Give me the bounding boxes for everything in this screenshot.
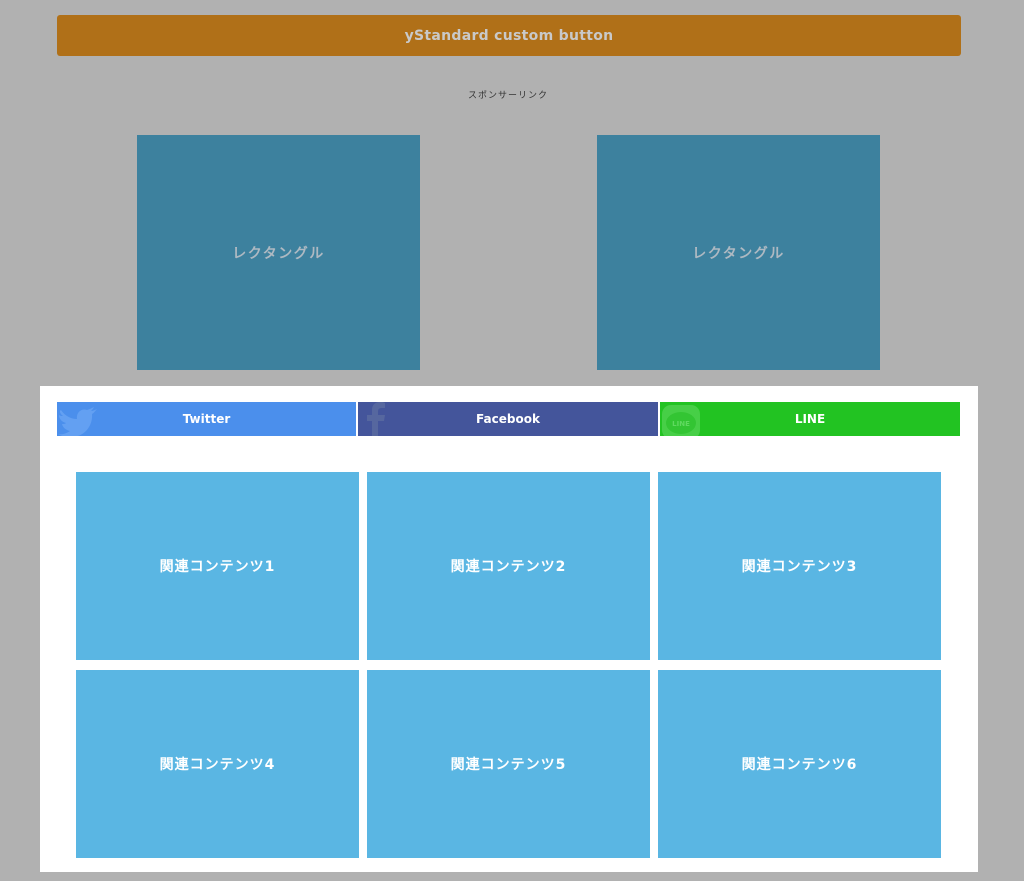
ad-rectangle-left[interactable]: レクタングル [137,135,420,370]
related-content-label: 関連コンテンツ1 [159,559,276,575]
facebook-f-icon [367,402,385,436]
related-content-5[interactable]: 関連コンテンツ5 [367,670,650,858]
sponsor-link-label: スポンサーリンク [467,91,548,101]
svg-text:LINE: LINE [672,420,690,428]
related-content-label: 関連コンテンツ3 [741,559,858,575]
related-content-6[interactable]: 関連コンテンツ6 [658,670,941,858]
related-content-label: 関連コンテンツ2 [450,559,567,575]
related-content-1[interactable]: 関連コンテンツ1 [76,472,359,660]
related-content-4[interactable]: 関連コンテンツ4 [76,670,359,858]
custom-button-label: yStandard custom button [404,27,614,44]
line-label: LINE [794,412,826,426]
line-icon: LINE [662,405,700,436]
twitter-share-button[interactable]: Twitter [57,402,356,436]
line-share-button[interactable]: LINE LINE [660,402,960,436]
related-content-label: 関連コンテンツ4 [159,757,276,773]
twitter-bird-icon [58,407,97,436]
ad-rectangle-label: レクタングル [232,245,325,262]
twitter-label: Twitter [182,412,231,426]
related-content-3[interactable]: 関連コンテンツ3 [658,472,941,660]
related-content-2[interactable]: 関連コンテンツ2 [367,472,650,660]
ad-rectangle-label: レクタングル [692,245,785,262]
related-content-label: 関連コンテンツ5 [450,757,567,773]
facebook-label: Facebook [476,412,540,426]
ad-rectangle-right[interactable]: レクタングル [597,135,880,370]
facebook-share-button[interactable]: Facebook [358,402,658,436]
related-content-label: 関連コンテンツ6 [741,757,858,773]
custom-button[interactable]: yStandard custom button [57,15,961,56]
